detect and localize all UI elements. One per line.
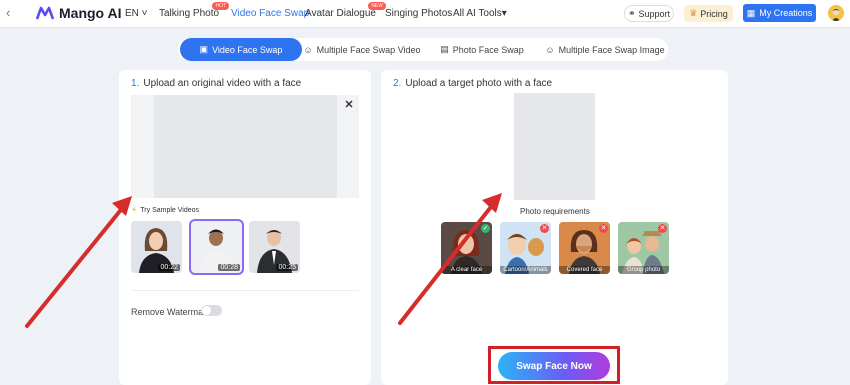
tab-multiple-face-swap-image[interactable]: ☺ Multiple Face Swap Image — [545, 38, 665, 61]
video-duration: 00:25 — [276, 264, 298, 271]
multi-face-icon: ☺ — [545, 44, 555, 55]
swap-face-now-button[interactable]: Swap Face Now — [498, 352, 610, 380]
new-badge: NEW — [368, 2, 386, 10]
requirement-caption: A clear face — [441, 266, 492, 274]
sample-video-2[interactable]: 00:28 — [189, 219, 244, 275]
photo-upload-area[interactable] — [514, 93, 595, 200]
nav-singing-photos[interactable]: Singing Photos — [385, 8, 452, 19]
avatar-face-icon — [828, 5, 844, 21]
tab-label: Video Face Swap — [212, 44, 283, 55]
nav-talking-photo[interactable]: Talking Photo HOT — [159, 2, 230, 19]
requirement-caption: Covered face — [559, 266, 610, 274]
top-navigation-bar: ‹ Mango AI EN ˅ Talking Photo HOT Video … — [0, 0, 850, 28]
sample-video-1[interactable]: 00:22 — [131, 221, 182, 273]
target-photo-title: 2. Upload a target photo with a face — [393, 78, 552, 89]
video-duration: 00:22 — [158, 264, 180, 271]
sample-video-3[interactable]: 00:25 — [249, 221, 300, 273]
tab-label: Photo Face Swap — [452, 44, 524, 55]
language-value: EN — [125, 8, 139, 19]
video-preview — [154, 95, 337, 198]
pricing-button[interactable]: ♛ Pricing — [684, 5, 733, 22]
tab-video-face-swap[interactable]: ▣ Video Face Swap — [180, 38, 302, 61]
multi-face-icon: ☺ — [303, 44, 313, 55]
tab-photo-face-swap[interactable]: ▤ Photo Face Swap — [440, 38, 524, 61]
close-icon[interactable]: ✕ — [343, 99, 355, 111]
arrow-to-video-upload — [25, 196, 132, 328]
video-icon: ▣ — [199, 44, 209, 54]
language-selector[interactable]: EN ˅ — [125, 8, 148, 19]
folder-icon: ▦ — [746, 7, 756, 18]
nav-label: Video Face Swap — [231, 8, 310, 19]
sample-videos-label: ☀ Try Sample Videos — [131, 206, 200, 215]
chevron-left-icon[interactable]: ‹ — [6, 6, 20, 20]
crown-icon: ♛ — [689, 8, 698, 18]
tab-label: Multiple Face Swap Image — [558, 44, 665, 55]
sample-videos-text: Try Sample Videos — [140, 206, 200, 214]
support-label: Support — [638, 8, 671, 19]
brand-name: Mango AI — [59, 5, 122, 21]
image-icon: ▤ — [440, 44, 449, 54]
video-duration: 00:28 — [218, 264, 240, 271]
requirement-covered-face: ✕ Covered face — [559, 222, 610, 274]
remove-watermark-toggle[interactable] — [201, 305, 222, 316]
swap-mode-tabs: ▣ Video Face Swap ☺ Multiple Face Swap V… — [178, 38, 668, 61]
lightbulb-icon: ☀ — [131, 207, 138, 214]
tab-label: Multiple Face Swap Video — [316, 44, 421, 55]
requirement-caption: Cartoon/Animals — [500, 266, 551, 274]
brand-logo[interactable]: Mango AI — [36, 4, 121, 22]
my-creations-label: My Creations — [759, 8, 813, 18]
requirement-clear-face: ✓ A clear face — [441, 222, 492, 274]
requirement-cartoon-animals: ✕ Cartoon/Animals — [500, 222, 551, 274]
nav-label: Singing Photos — [385, 8, 453, 19]
cross-icon: ✕ — [599, 224, 608, 233]
photo-requirements-label: Photo requirements — [520, 207, 590, 216]
step-number: 2. — [393, 78, 402, 89]
cross-icon: ✕ — [540, 224, 549, 233]
pricing-label: Pricing — [700, 8, 728, 19]
hot-badge: HOT — [212, 2, 230, 10]
nav-label: Talking Photo — [159, 8, 220, 19]
step-title: Upload a target photo with a face — [405, 78, 553, 89]
tab-multiple-face-swap-video[interactable]: ☺ Multiple Face Swap Video — [303, 38, 421, 61]
check-icon: ✓ — [481, 224, 490, 233]
cross-icon: ✕ — [658, 224, 667, 233]
remove-watermark-label: Remove Watermark — [131, 307, 211, 317]
caret-down-icon: ▾ — [501, 8, 507, 19]
step-number: 1. — [131, 78, 140, 89]
section-divider — [131, 290, 359, 291]
headset-icon: ⚭ — [627, 8, 636, 18]
video-upload-area[interactable] — [131, 95, 359, 198]
user-avatar[interactable] — [828, 5, 844, 21]
my-creations-button[interactable]: ▦ My Creations — [743, 4, 816, 22]
nav-label: All AI Tools — [453, 8, 502, 19]
requirement-group-photo: ✕ Group photo — [618, 222, 669, 274]
nav-all-ai-tools[interactable]: All AI Tools▾ — [453, 8, 507, 19]
step-title: Upload an original video with a face — [143, 78, 302, 89]
support-button[interactable]: ⚭ Support — [624, 5, 674, 22]
requirement-caption: Group photo — [618, 266, 669, 274]
nav-video-face-swap[interactable]: Video Face Swap — [231, 8, 309, 19]
mango-logo-icon — [36, 6, 54, 20]
nav-label: Avatar Dialogue — [305, 8, 376, 19]
nav-avatar-dialogue[interactable]: Avatar Dialogue NEW — [305, 2, 386, 19]
original-video-title: 1. Upload an original video with a face — [131, 78, 301, 89]
